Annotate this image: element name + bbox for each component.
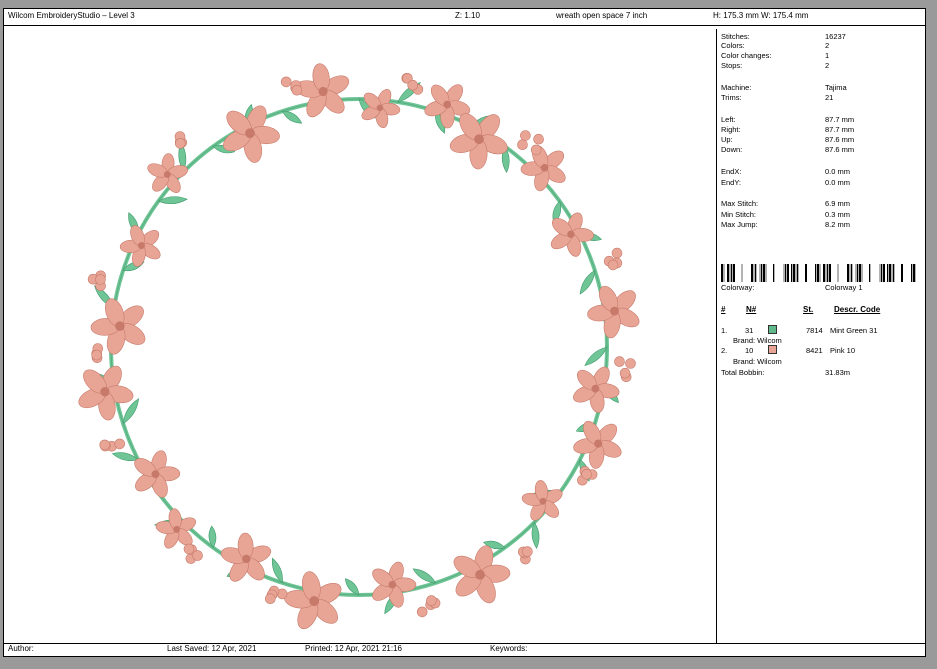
total-bobbin-value: 31.83m [825,368,851,377]
barcode [721,264,916,282]
total-bobbin-label: Total Bobbin: [721,368,765,377]
design-width: W: 175.4 mm [761,11,809,20]
thread-color-swatch [768,345,777,354]
stat-row: Stops: 2 [721,61,830,70]
col-index-header: # [721,305,726,314]
colorway-row: Colorway: Colorway 1 [721,283,863,292]
stats-panel: Stitches: 16237 Colors: 2 Color changes: 1 Sto… [717,30,925,644]
design-name: wreath open space 7 inch [556,11,648,20]
col-stitches-header: St. [803,305,814,314]
design-preview [4,30,716,645]
thread-color-swatch [768,325,777,334]
last-saved: Last Saved: 12 Apr, 2021 [167,644,257,653]
stat-row: Color changes: 1 [721,51,830,60]
stat-row: Up: 87.6 mm [721,135,855,144]
col-description-header: Descr. Code [834,305,881,314]
printed-date: Printed: 12 Apr, 2021 21:16 [305,644,402,653]
stat-row: Trims: 21 [721,93,834,102]
design-height: H: 175.3 mm [713,11,759,20]
author-label: Author: [8,644,34,653]
stat-row: Down: 87.6 mm [721,145,855,154]
stat-row: Left: 87.7 mm [721,115,855,124]
keywords-label: Keywords: [490,644,528,653]
stat-row: EndY: 0.0 mm [721,178,851,187]
stat-row: Max Jump: 8.2 mm [721,220,851,229]
stat-row: Min Stitch: 0.3 mm [721,210,851,219]
stat-row: Colors: 2 [721,41,830,50]
stat-row: EndX: 0.0 mm [721,167,851,176]
zoom-level: Z: 1.10 [455,11,480,20]
col-needle-header: N# [746,305,757,314]
app-title: Wilcom EmbroideryStudio – Level 3 [8,11,135,20]
print-preview-sheet: Wilcom EmbroideryStudio – Level 3 Z: 1.1… [3,8,926,657]
stat-row: Machine: Tajima [721,83,847,92]
stat-row: Right: 87.7 mm [721,125,855,134]
wreath-embroidery-image [78,63,640,630]
footer-bar: Author: Last Saved: 12 Apr, 2021 Printed… [4,643,925,656]
stat-row: Max Stitch: 6.9 mm [721,199,851,208]
header-bar: Wilcom EmbroideryStudio – Level 3 Z: 1.1… [4,11,925,26]
